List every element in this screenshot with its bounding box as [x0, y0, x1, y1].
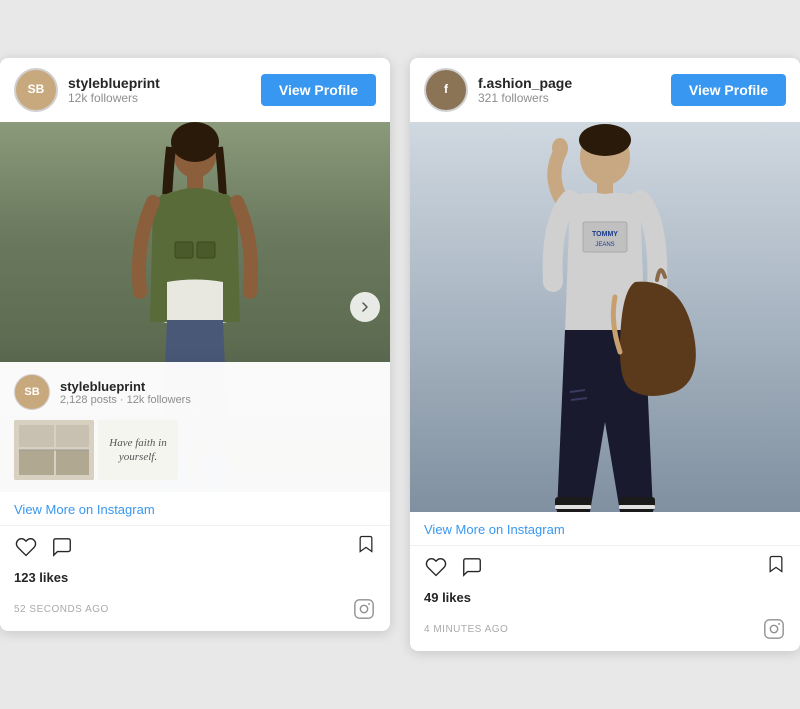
card1-popup-stats: 2,128 posts · 12k followers	[60, 394, 376, 406]
card2-likes-count: 49 likes	[424, 590, 471, 605]
card1-popup-images: Have faith in yourself.	[14, 420, 376, 480]
card1-likes-row: 123 likes	[0, 567, 390, 593]
card2-actions	[410, 545, 800, 587]
card1-followers: 12k followers	[68, 91, 251, 105]
card2-bookmark-button[interactable]	[766, 554, 786, 579]
card2-timestamp: 4 MINUTES AGO	[424, 624, 508, 635]
card1-timestamp-row: 52 SECONDS AGO	[0, 593, 390, 631]
card1-popup-username: styleblueprint	[60, 379, 376, 394]
card2-header: f f.ashion_page 321 followers View Profi…	[410, 58, 800, 122]
card2-person-illustration: TOMMY JEANS	[465, 122, 745, 512]
card1-header-info: styleblueprint 12k followers	[68, 75, 251, 105]
card2-instagram-icon[interactable]	[762, 617, 786, 641]
card2-view-profile-button[interactable]: View Profile	[671, 74, 786, 106]
card1-popup-info: styleblueprint 2,128 posts · 12k followe…	[60, 379, 376, 406]
card2-comment-button[interactable]	[460, 555, 484, 579]
card1-view-more-link[interactable]: View More on Instagram	[0, 492, 390, 525]
card-styleblueprint: SB styleblueprint 12k followers View Pro…	[0, 58, 390, 631]
card2-action-icons	[424, 555, 766, 579]
card2-timestamp-row: 4 MINUTES AGO	[410, 613, 800, 651]
card2-followers: 321 followers	[478, 91, 661, 105]
card1-thumb-quote: Have faith in yourself.	[98, 420, 178, 480]
card1-timestamp: 52 SECONDS AGO	[14, 604, 109, 615]
card1-view-profile-button[interactable]: View Profile	[261, 74, 376, 106]
card1-bookmark-button[interactable]	[356, 534, 376, 559]
card1-quote-text: Have faith in yourself.	[104, 436, 172, 465]
card-fashion: f f.ashion_page 321 followers View Profi…	[410, 58, 800, 651]
card1-avatar: SB	[14, 68, 58, 112]
card2-header-info: f.ashion_page 321 followers	[478, 75, 661, 105]
card1-post-image: SB styleblueprint 2,128 posts · 12k foll…	[0, 122, 390, 492]
card1-thumb-kitchen	[14, 420, 94, 480]
card1-popup-header: SB styleblueprint 2,128 posts · 12k foll…	[14, 374, 376, 410]
card1-like-button[interactable]	[14, 535, 38, 559]
card1-likes-count: 123 likes	[14, 570, 68, 585]
card1-next-button[interactable]	[350, 292, 380, 322]
card2-image-bg: TOMMY JEANS	[410, 122, 800, 512]
svg-text:JEANS: JEANS	[595, 242, 614, 248]
card2-view-more-link[interactable]: View More on Instagram	[410, 512, 800, 545]
card2-likes-row: 49 likes	[410, 587, 800, 613]
svg-text:TOMMY: TOMMY	[592, 231, 618, 238]
card1-profile-popup: SB styleblueprint 2,128 posts · 12k foll…	[0, 362, 390, 492]
card1-actions	[0, 525, 390, 567]
card1-username: styleblueprint	[68, 75, 251, 91]
card1-header: SB styleblueprint 12k followers View Pro…	[0, 58, 390, 122]
card2-like-button[interactable]	[424, 555, 448, 579]
card2-avatar: f	[424, 68, 468, 112]
card1-action-icons	[14, 535, 356, 559]
cards-container: SB styleblueprint 12k followers View Pro…	[0, 38, 800, 671]
card2-username: f.ashion_page	[478, 75, 661, 91]
card1-instagram-icon[interactable]	[352, 597, 376, 621]
card1-comment-button[interactable]	[50, 535, 74, 559]
card1-popup-avatar: SB	[14, 374, 50, 410]
card2-post-image: TOMMY JEANS	[410, 122, 800, 512]
